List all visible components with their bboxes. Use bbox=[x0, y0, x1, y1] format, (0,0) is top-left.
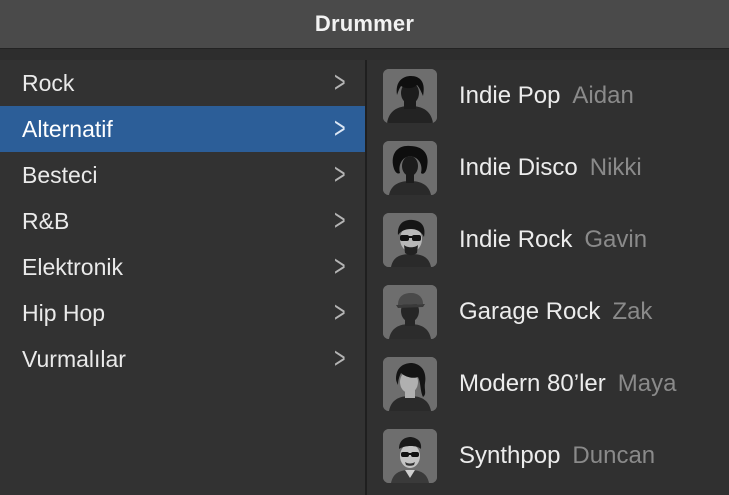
drummer-item-gavin[interactable]: Indie Rock Gavin bbox=[367, 204, 729, 276]
drummer-genre: Modern 80’ler bbox=[459, 370, 606, 397]
drummer-genre: Synthpop bbox=[459, 442, 561, 469]
category-item-elektronik[interactable]: Elektronik > bbox=[0, 244, 365, 290]
drummer-name: Duncan bbox=[572, 442, 656, 469]
drummer-aidan-avatar-icon bbox=[383, 69, 437, 123]
category-item-hip-hop[interactable]: Hip Hop > bbox=[0, 290, 365, 336]
chevron-right-icon: > bbox=[334, 250, 346, 283]
chevron-right-icon: > bbox=[334, 66, 346, 99]
drummer-item-maya[interactable]: Modern 80’ler Maya bbox=[367, 348, 729, 420]
browser-body: Rock > Alternatif > Besteci > R&B > Elek… bbox=[0, 60, 729, 495]
drummer-text: Modern 80’ler Maya bbox=[459, 370, 676, 398]
chevron-right-icon: > bbox=[334, 296, 346, 329]
title-bar: Drummer bbox=[0, 0, 729, 49]
drummer-name: Nikki bbox=[589, 154, 642, 181]
category-item-rnb[interactable]: R&B > bbox=[0, 198, 365, 244]
drummer-name: Gavin bbox=[584, 226, 648, 253]
drummer-duncan-avatar-icon bbox=[383, 429, 437, 483]
category-item-besteci[interactable]: Besteci > bbox=[0, 152, 365, 198]
category-item-rock[interactable]: Rock > bbox=[0, 60, 365, 106]
drummer-text: Indie Rock Gavin bbox=[459, 226, 647, 254]
drummer-genre: Indie Rock bbox=[459, 226, 573, 253]
category-label: Rock bbox=[22, 69, 75, 96]
category-item-alternatif[interactable]: Alternatif > bbox=[0, 106, 365, 152]
drummer-item-nikki[interactable]: Indie Disco Nikki bbox=[367, 132, 729, 204]
drummer-nikki-avatar-icon bbox=[383, 141, 437, 195]
drummer-genre: Garage Rock bbox=[459, 298, 601, 325]
drummer-text: Garage Rock Zak bbox=[459, 298, 652, 326]
chevron-right-icon: > bbox=[334, 204, 346, 237]
drummer-name: Zak bbox=[612, 298, 653, 325]
drummer-genre: Indie Pop bbox=[459, 82, 561, 109]
drummer-zak-avatar-icon bbox=[383, 285, 437, 339]
drummer-name: Maya bbox=[617, 370, 677, 397]
chevron-right-icon: > bbox=[334, 342, 346, 375]
category-list: Rock > Alternatif > Besteci > R&B > Elek… bbox=[0, 60, 365, 495]
drummer-window: Drummer Rock > Alternatif > Besteci > R&… bbox=[0, 0, 729, 495]
drummer-name: Aidan bbox=[572, 82, 634, 109]
drummer-text: Indie Disco Nikki bbox=[459, 154, 642, 182]
chevron-right-icon: > bbox=[334, 112, 346, 145]
drummer-item-zak[interactable]: Garage Rock Zak bbox=[367, 276, 729, 348]
window-title: Drummer bbox=[314, 11, 415, 36]
drummer-item-aidan[interactable]: Indie Pop Aidan bbox=[367, 60, 729, 132]
category-item-vurmalilar[interactable]: Vurmalılar > bbox=[0, 336, 365, 382]
category-label: R&B bbox=[22, 207, 70, 234]
category-label: Alternatif bbox=[22, 115, 113, 142]
drummer-maya-avatar-icon bbox=[383, 357, 437, 411]
drummer-text: Synthpop Duncan bbox=[459, 442, 655, 470]
chevron-right-icon: > bbox=[334, 158, 346, 191]
category-label: Elektronik bbox=[22, 253, 123, 280]
drummer-genre: Indie Disco bbox=[459, 154, 578, 181]
drummer-item-duncan[interactable]: Synthpop Duncan bbox=[367, 420, 729, 492]
category-label: Vurmalılar bbox=[22, 345, 126, 372]
drummer-text: Indie Pop Aidan bbox=[459, 82, 634, 110]
category-label: Besteci bbox=[22, 161, 98, 188]
drummer-list: Indie Pop Aidan Indie Disco Nikki Indie … bbox=[367, 60, 729, 495]
category-label: Hip Hop bbox=[22, 299, 106, 326]
drummer-gavin-avatar-icon bbox=[383, 213, 437, 267]
